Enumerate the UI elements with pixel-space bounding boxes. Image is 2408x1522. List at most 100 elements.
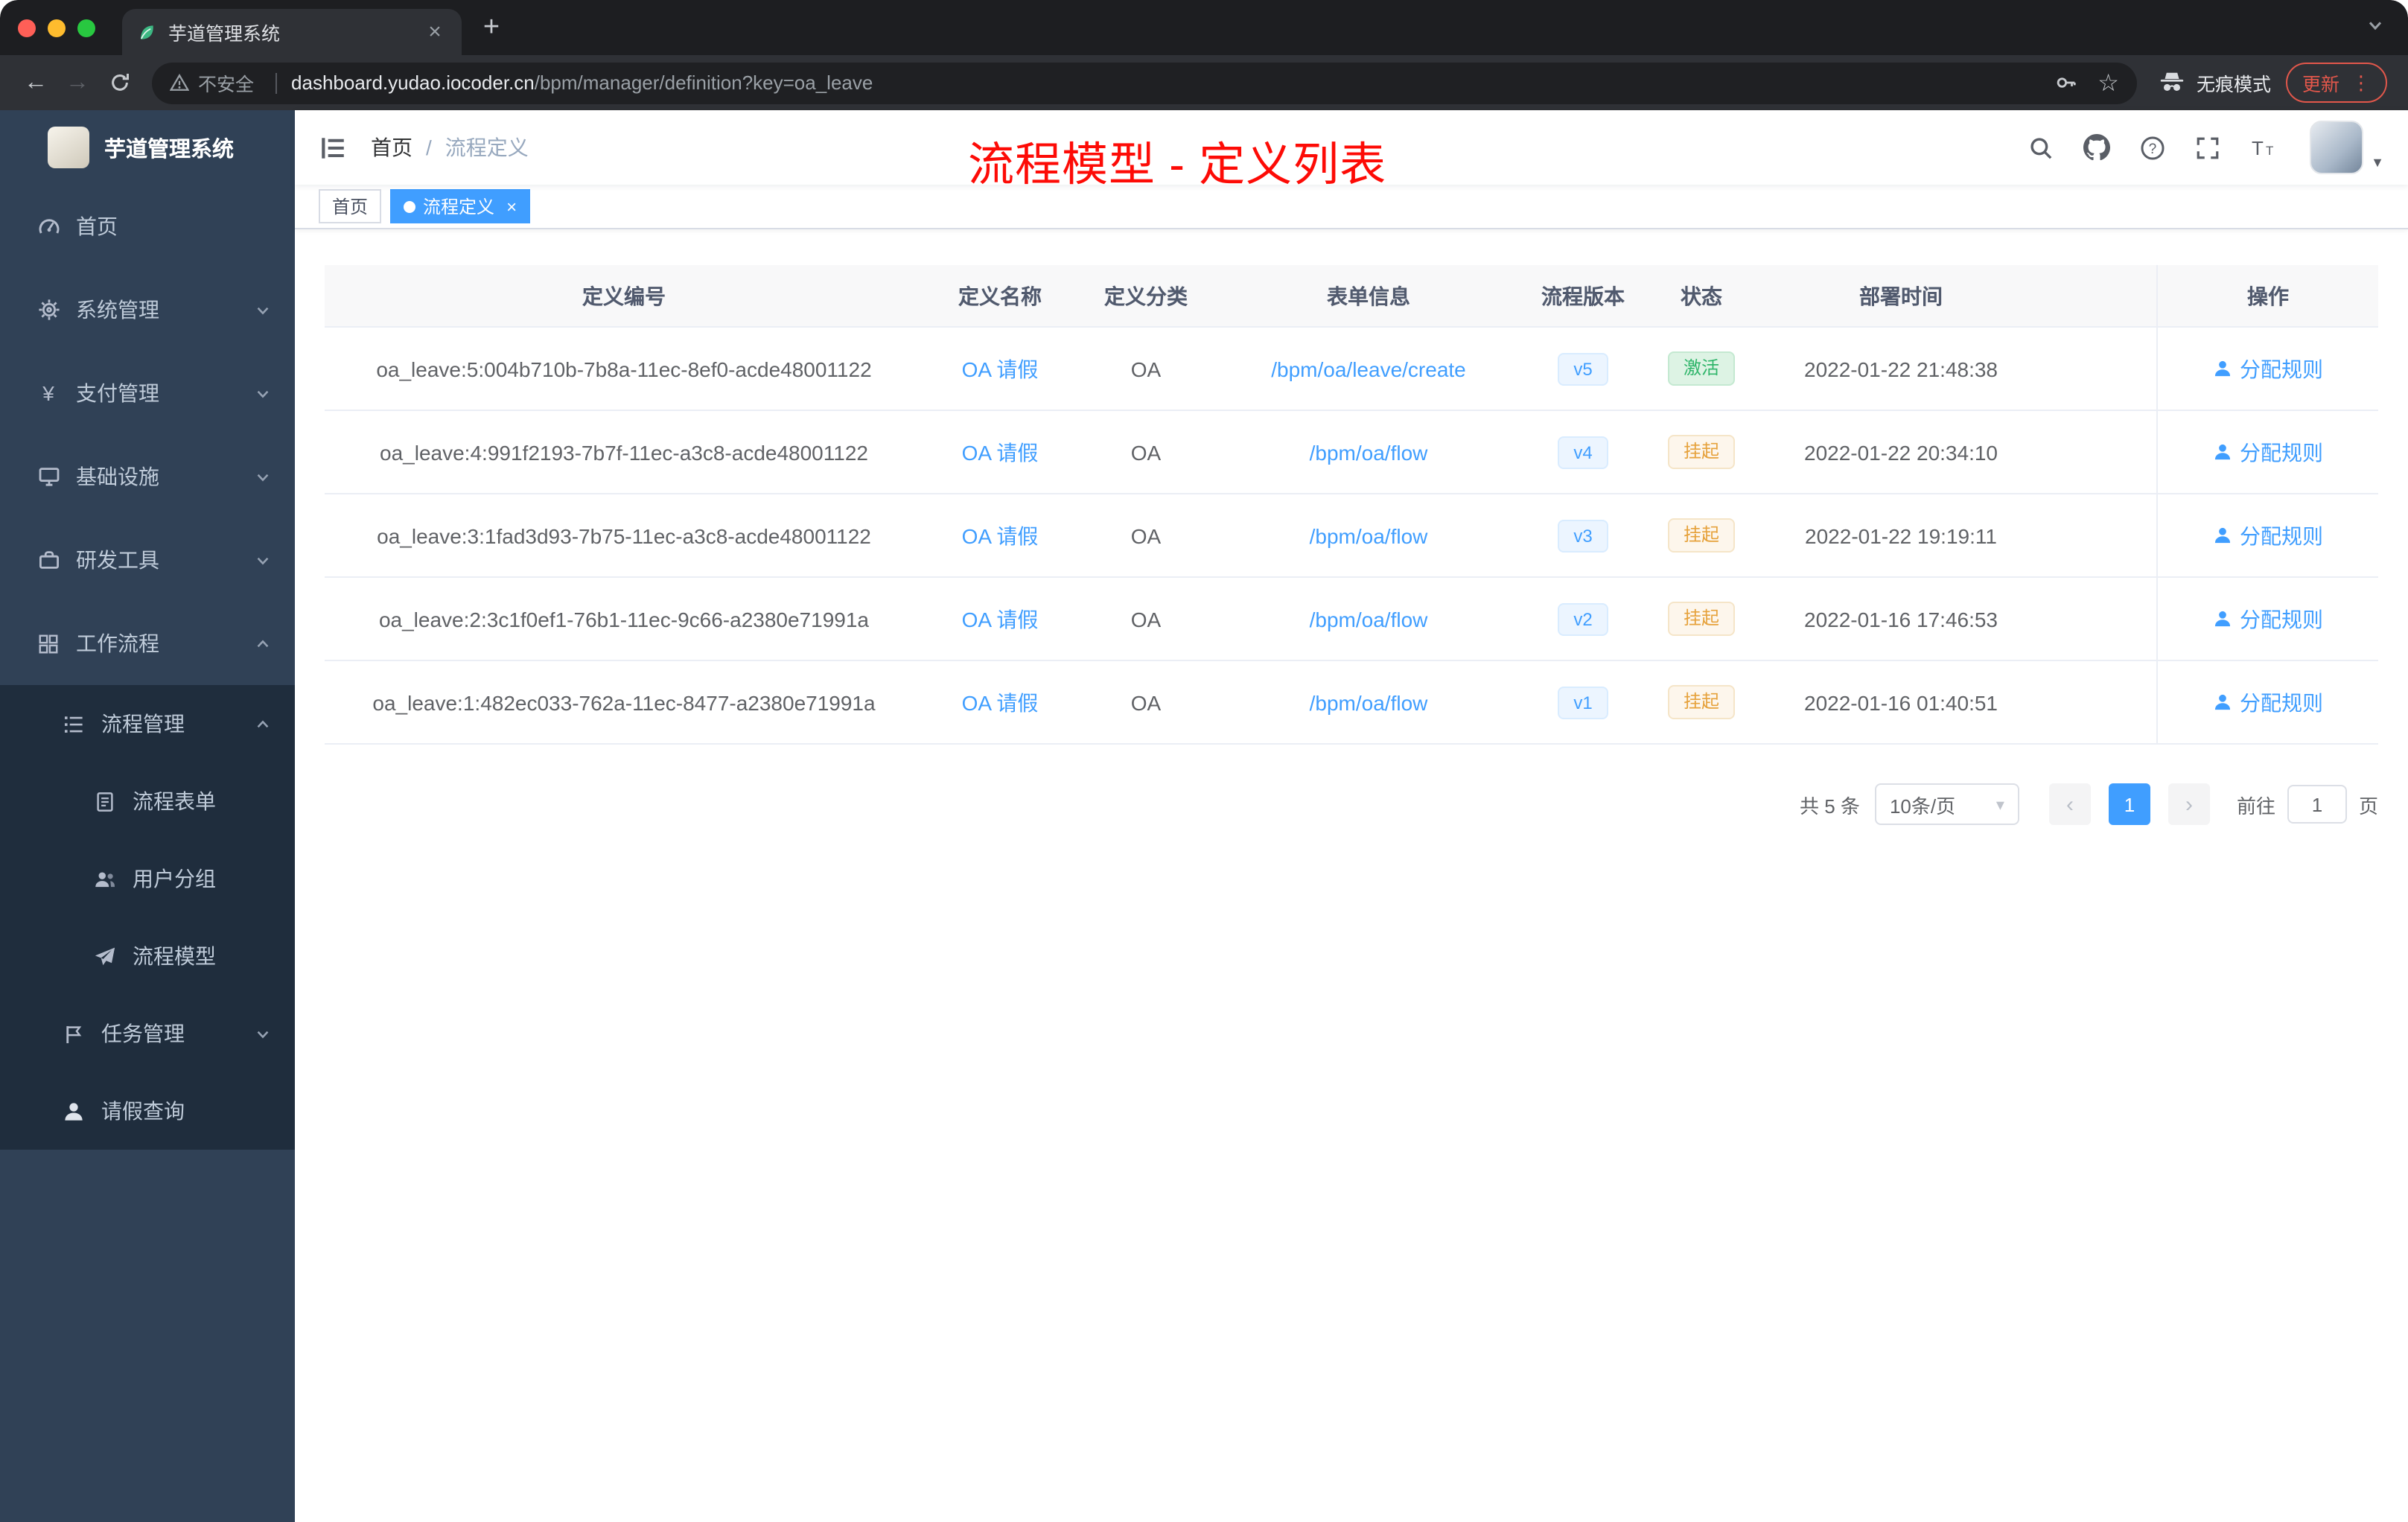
active-tag-dot — [404, 200, 416, 212]
cell-category: OA — [1130, 357, 1162, 380]
sidebar-item-payment[interactable]: ¥ 支付管理 — [0, 351, 295, 435]
form-document-icon — [92, 790, 118, 812]
sidebar-menu: 首页 系统管理 ¥ 支付管理 基础设施 研发工具 工作流程 流程管理 流程表单 … — [0, 185, 295, 1150]
sidebar-item-system[interactable]: 系统管理 — [0, 268, 295, 351]
cell-definition-id: oa_leave:4:991f2193-7b7f-11ec-a3c8-acde4… — [380, 440, 868, 464]
select-caret-icon: ▾ — [1995, 796, 2004, 814]
cell-deploy-time: 2022-01-22 21:48:38 — [1804, 357, 1998, 380]
form-link[interactable]: /bpm/oa/flow — [1310, 690, 1428, 714]
url-text: dashboard.yudao.iocoder.cn/bpm/manager/d… — [291, 71, 2033, 94]
tree-list-icon — [61, 713, 86, 735]
minimize-window-button[interactable] — [48, 19, 66, 36]
sidebar-item-workflow[interactable]: 工作流程 — [0, 602, 295, 685]
bookmark-star-icon[interactable]: ☆ — [2098, 68, 2119, 98]
pagination-total: 共 5 条 — [1800, 795, 1860, 817]
sidebar-item-process-models[interactable]: 流程模型 — [0, 917, 295, 995]
form-link[interactable]: /bpm/oa/flow — [1310, 607, 1428, 631]
breadcrumb-separator: / — [426, 136, 432, 159]
assign-rule-link[interactable]: 分配规则 — [2213, 604, 2323, 634]
search-icon[interactable] — [2028, 135, 2054, 160]
assign-rule-link[interactable]: 分配规则 — [2213, 687, 2323, 717]
zoom-window-button[interactable] — [77, 19, 95, 36]
sidebar-item-home[interactable]: 首页 — [0, 185, 295, 268]
assign-rule-link[interactable]: 分配规则 — [2213, 354, 2323, 383]
close-window-button[interactable] — [18, 19, 36, 36]
page-number-button[interactable]: 1 — [2108, 783, 2150, 825]
fullscreen-icon[interactable] — [2195, 135, 2220, 160]
table-row: oa_leave:1:482ec033-762a-11ec-8477-a2380… — [325, 661, 2378, 745]
sidebar-item-infrastructure[interactable]: 基础设施 — [0, 435, 295, 518]
status-badge: 挂起 — [1668, 518, 1734, 553]
definition-name-link[interactable]: OA 请假 — [962, 437, 1039, 467]
font-size-icon[interactable]: TT — [2250, 134, 2277, 161]
sidebar-item-task-management[interactable]: 任务管理 — [0, 995, 295, 1072]
cell-category: OA — [1130, 523, 1162, 547]
browser-menu-kebab-icon[interactable]: ⋮ — [2351, 71, 2371, 95]
cell-definition-id: oa_leave:1:482ec033-762a-11ec-8477-a2380… — [372, 690, 876, 714]
dashboard-icon — [36, 214, 61, 238]
form-link[interactable]: /bpm/oa/flow — [1310, 440, 1428, 464]
col-status: 状态 — [1681, 284, 1722, 308]
definition-name-link[interactable]: OA 请假 — [962, 687, 1039, 717]
chevron-up-icon — [255, 635, 271, 652]
browser-update-button[interactable]: 更新 ⋮ — [2285, 63, 2387, 103]
gear-icon — [36, 298, 61, 322]
github-icon[interactable] — [2083, 134, 2111, 161]
browser-tab[interactable]: 芋道管理系统 × — [122, 9, 462, 55]
url-path: /bpm/manager/definition?key=oa_leave — [534, 71, 873, 94]
version-tag: v2 — [1557, 602, 1609, 635]
definition-name-link[interactable]: OA 请假 — [962, 604, 1039, 634]
reload-button[interactable] — [98, 62, 140, 104]
tab-close-icon[interactable]: × — [421, 19, 448, 45]
toolbox-icon — [36, 548, 61, 572]
assign-rule-link[interactable]: 分配规则 — [2213, 437, 2323, 467]
new-tab-button[interactable]: + — [471, 7, 512, 48]
breadcrumb-home[interactable]: 首页 — [371, 133, 413, 162]
password-key-icon[interactable] — [2054, 71, 2077, 94]
tag-home[interactable]: 首页 — [319, 189, 382, 223]
table-row: oa_leave:5:004b710b-7b8a-11ec-8ef0-acde4… — [325, 328, 2378, 411]
goto-page-input[interactable] — [2287, 785, 2347, 824]
sidebar-item-user-groups[interactable]: 用户分组 — [0, 840, 295, 917]
not-secure-warning-icon — [170, 73, 189, 92]
incognito-badge: 无痕模式 — [2158, 69, 2271, 97]
user-icon — [2214, 694, 2231, 710]
assign-rule-link[interactable]: 分配规则 — [2213, 520, 2323, 550]
security-chip-label[interactable]: 不安全 — [198, 69, 254, 97]
chevron-down-icon — [255, 552, 271, 568]
form-link[interactable]: /bpm/oa/leave/create — [1271, 357, 1466, 380]
version-tag: v1 — [1557, 686, 1609, 719]
sidebar-item-process-management[interactable]: 流程管理 — [0, 685, 295, 762]
breadcrumb-current: 流程定义 — [445, 136, 529, 159]
sidebar: 芋道管理系统 首页 系统管理 ¥ 支付管理 基础设施 研发工具 工作流程 流程管… — [0, 110, 295, 1522]
pagination: 共 5 条 10条/页 ▾ ‹ 1 › 前往 页 — [325, 783, 2378, 825]
avatar[interactable] — [2310, 121, 2364, 174]
user-icon — [2214, 444, 2231, 460]
col-definition-id: 定义编号 — [582, 284, 666, 308]
divider — [275, 72, 277, 93]
sidebar-item-process-forms[interactable]: 流程表单 — [0, 762, 295, 840]
user-avatar-menu[interactable]: ▼ — [2310, 121, 2384, 174]
app-logo[interactable]: 芋道管理系统 — [0, 110, 295, 185]
definition-name-link[interactable]: OA 请假 — [962, 520, 1039, 550]
tab-search-chevron-icon[interactable] — [2366, 14, 2384, 41]
back-button[interactable]: ← — [15, 62, 57, 104]
help-question-icon[interactable]: ? — [2140, 135, 2165, 160]
update-label: 更新 — [2302, 74, 2339, 95]
prev-page-button[interactable]: ‹ — [2048, 783, 2091, 825]
tag-close-icon[interactable]: × — [506, 196, 517, 217]
definition-name-link[interactable]: OA 请假 — [962, 354, 1039, 383]
chevron-down-icon — [255, 468, 271, 485]
sidebar-item-devtools[interactable]: 研发工具 — [0, 518, 295, 602]
traffic-lights — [18, 19, 95, 36]
next-page-button[interactable]: › — [2167, 783, 2210, 825]
col-definition-name: 定义名称 — [958, 284, 1042, 308]
sidebar-item-leave-query[interactable]: 请假查询 — [0, 1072, 295, 1150]
tag-process-definition[interactable]: 流程定义 × — [390, 189, 531, 223]
hamburger-icon[interactable] — [319, 133, 347, 162]
form-link[interactable]: /bpm/oa/flow — [1310, 523, 1428, 547]
page-size-select[interactable]: 10条/页 ▾ — [1874, 783, 2019, 825]
cell-deploy-time: 2022-01-16 01:40:51 — [1804, 690, 1998, 714]
col-actions: 操作 — [2156, 265, 2378, 326]
address-bar[interactable]: 不安全 dashboard.yudao.iocoder.cn/bpm/manag… — [152, 62, 2137, 104]
